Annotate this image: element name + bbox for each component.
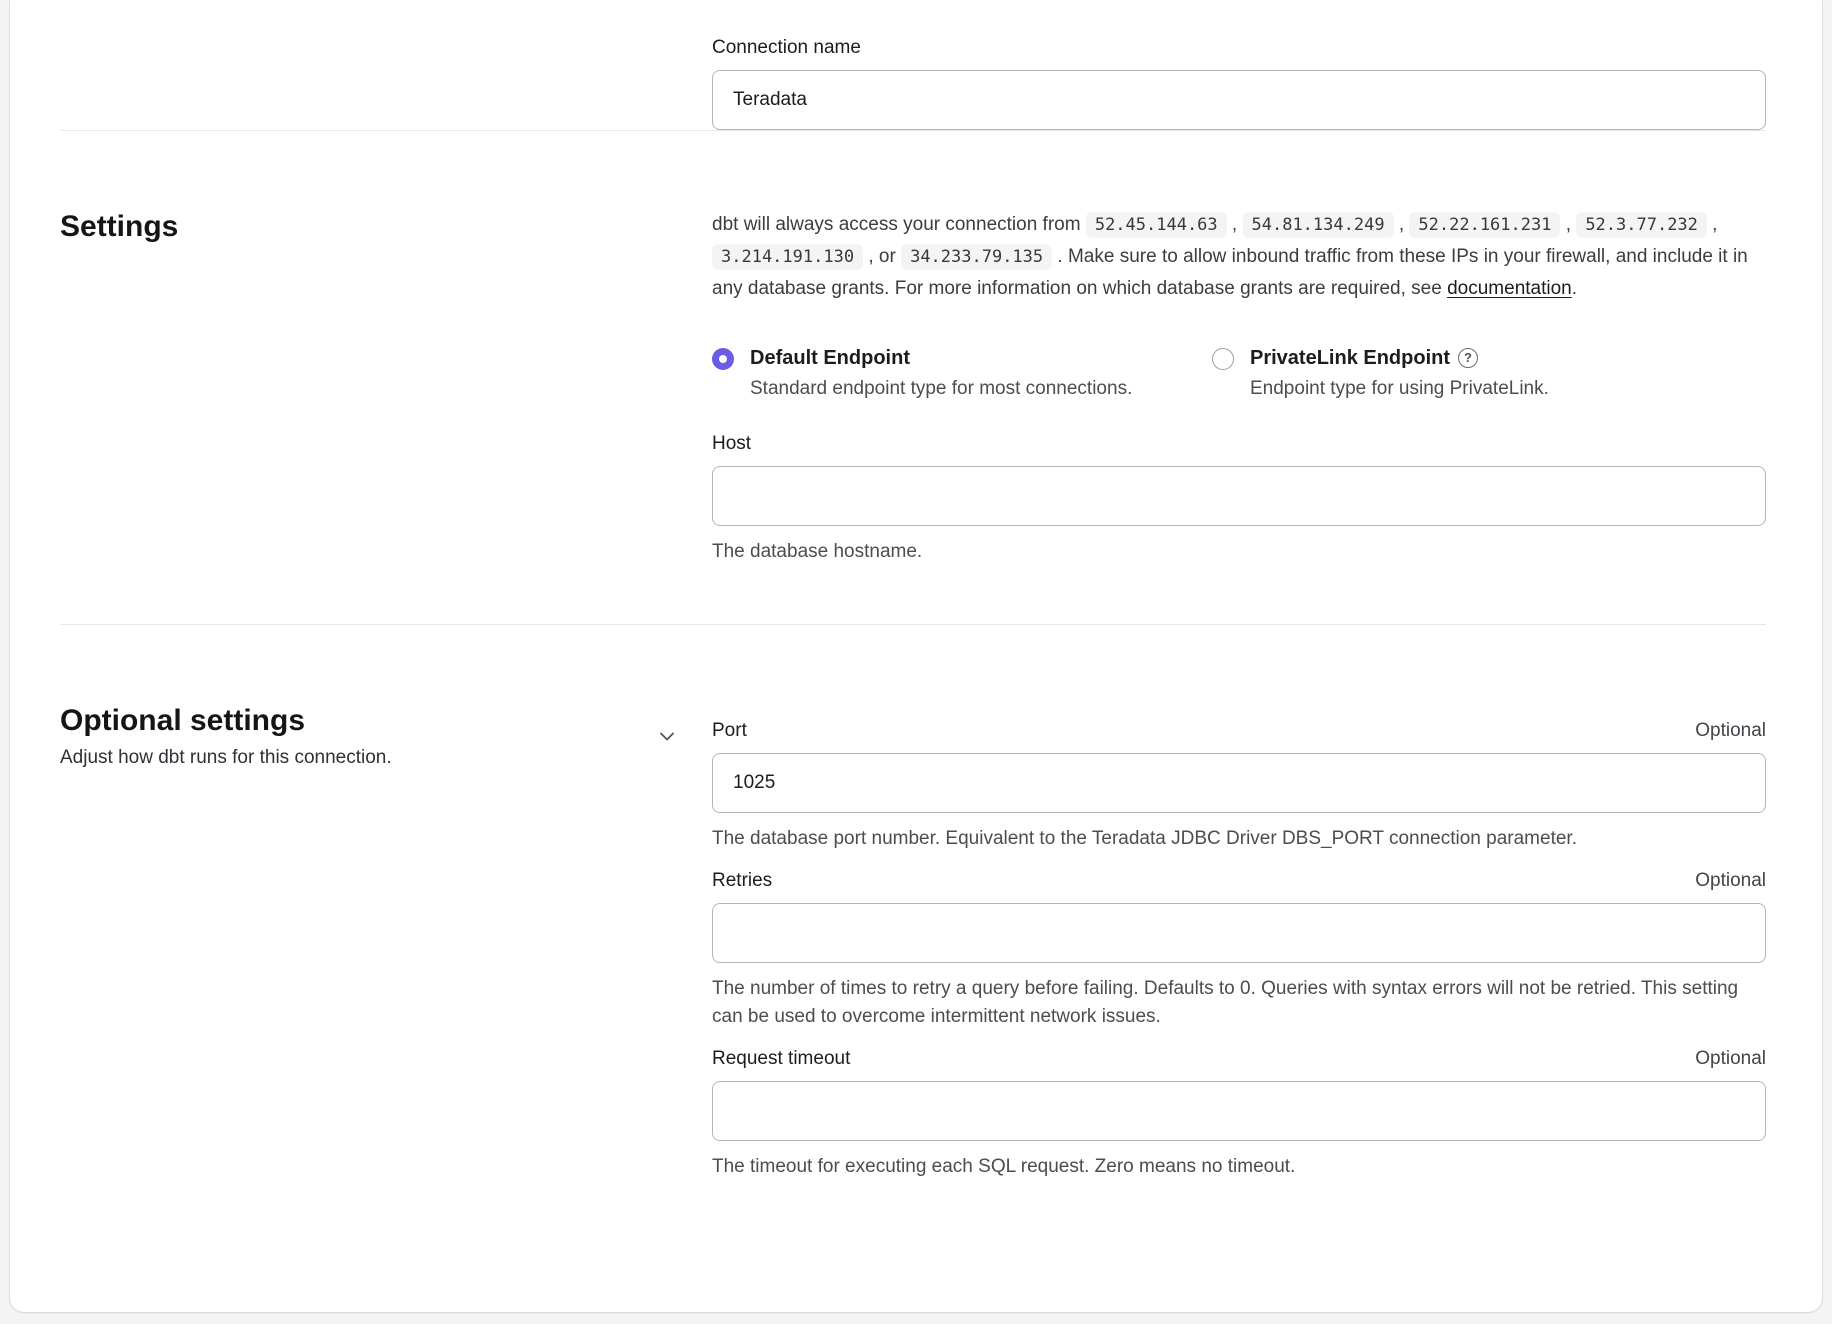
port-label: Port — [712, 719, 747, 743]
request-timeout-label: Request timeout — [712, 1047, 850, 1071]
ip-notice: dbt will always access your connection f… — [712, 209, 1766, 305]
default-endpoint-label: Default Endpoint — [750, 345, 1132, 371]
ip-address-chip: 3.214.191.130 — [712, 244, 863, 270]
chevron-down-icon[interactable] — [656, 725, 678, 747]
retries-field: Retries Optional The number of times to … — [712, 869, 1766, 1031]
radio-unselected-icon[interactable] — [1212, 348, 1234, 370]
privatelink-endpoint-option[interactable]: PrivateLink Endpoint ? Endpoint type for… — [1212, 345, 1766, 402]
endpoint-radio-group: Default Endpoint Standard endpoint type … — [712, 345, 1766, 402]
ip-address-chip: 54.81.134.249 — [1243, 212, 1394, 238]
settings-heading: Settings — [60, 209, 712, 245]
request-timeout-input[interactable] — [712, 1081, 1766, 1141]
retries-helper-text: The number of times to retry a query bef… — [712, 975, 1766, 1031]
optional-badge: Optional — [1695, 1048, 1766, 1070]
ip-address-chip: 34.233.79.135 — [901, 244, 1052, 270]
host-input[interactable] — [712, 466, 1766, 526]
optional-badge: Optional — [1695, 870, 1766, 892]
host-helper-text: The database hostname. — [712, 538, 1766, 566]
optional-badge: Optional — [1695, 720, 1766, 742]
privatelink-endpoint-description: Endpoint type for using PrivateLink. — [1250, 376, 1549, 402]
documentation-link[interactable]: documentation — [1447, 278, 1572, 299]
default-endpoint-option[interactable]: Default Endpoint Standard endpoint type … — [712, 345, 1212, 402]
default-endpoint-description: Standard endpoint type for most connecti… — [750, 376, 1132, 402]
ip-address-chip: 52.22.161.231 — [1409, 212, 1560, 238]
connection-name-section: Connection name — [60, 0, 1766, 130]
optional-settings-subtitle: Adjust how dbt runs for this connection. — [60, 745, 712, 771]
help-icon[interactable]: ? — [1458, 348, 1478, 368]
host-label: Host — [712, 432, 1766, 456]
port-input[interactable] — [712, 753, 1766, 813]
radio-selected-icon[interactable] — [712, 348, 734, 370]
settings-section: Settings dbt will always access your con… — [60, 131, 1766, 624]
port-helper-text: The database port number. Equivalent to … — [712, 825, 1766, 853]
connection-name-label: Connection name — [712, 36, 1766, 60]
request-timeout-field: Request timeout Optional The timeout for… — [712, 1047, 1766, 1181]
host-field: Host The database hostname. — [712, 432, 1766, 566]
request-timeout-helper-text: The timeout for executing each SQL reque… — [712, 1153, 1766, 1181]
retries-input[interactable] — [712, 903, 1766, 963]
ip-address-chip: 52.3.77.232 — [1576, 212, 1707, 238]
retries-label: Retries — [712, 869, 772, 893]
ip-address-chip: 52.45.144.63 — [1086, 212, 1227, 238]
optional-settings-section: Optional settings Adjust how dbt runs fo… — [60, 625, 1766, 1197]
privatelink-endpoint-label: PrivateLink Endpoint — [1250, 345, 1450, 371]
connection-name-input[interactable] — [712, 70, 1766, 130]
optional-settings-heading: Optional settings — [60, 703, 712, 739]
connection-settings-card: Connection name Settings dbt will always… — [10, 0, 1822, 1312]
port-field: Port Optional The database port number. … — [712, 719, 1766, 853]
